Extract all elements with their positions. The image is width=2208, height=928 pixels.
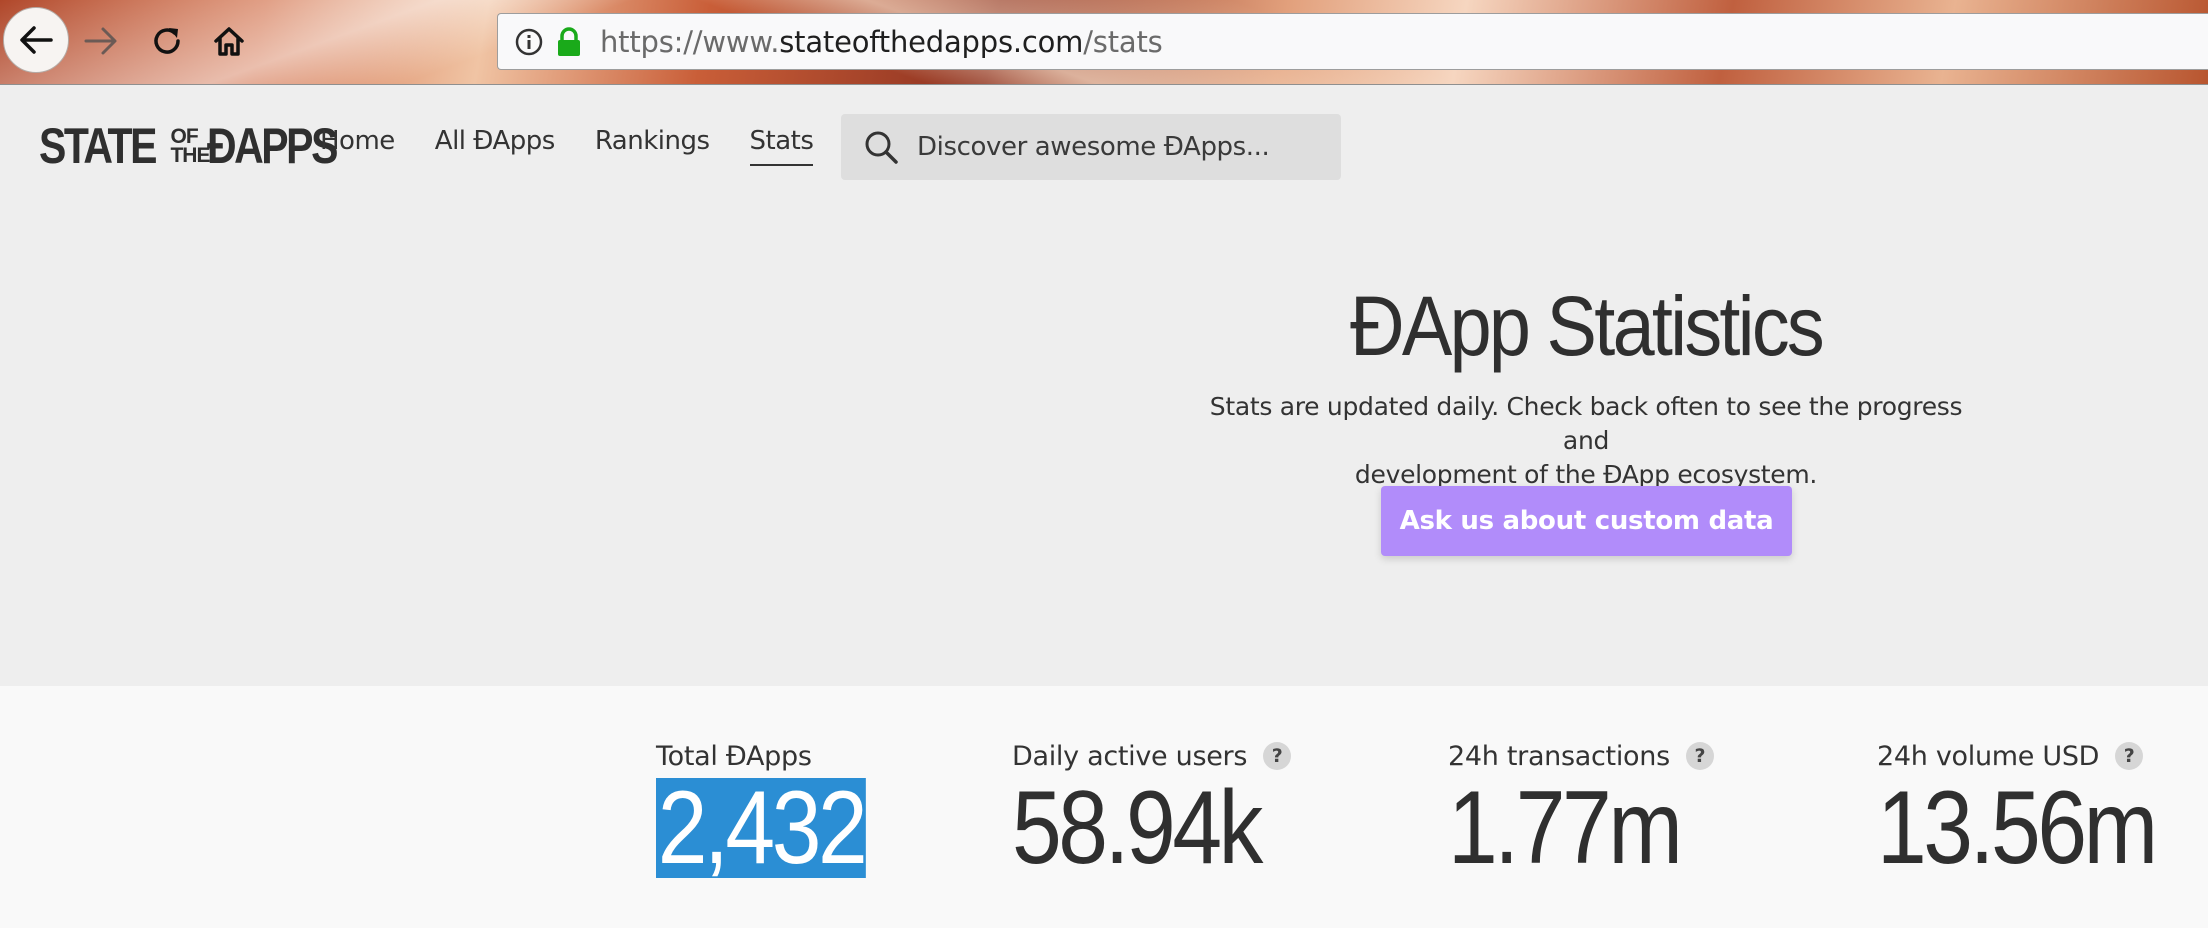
help-icon[interactable]: ? — [2115, 742, 2144, 770]
stat-value: 58.94k — [1012, 770, 1263, 886]
search-icon — [865, 131, 898, 164]
stats-section: Total ÐApps 2,432 Daily active users ? 5… — [0, 686, 2208, 928]
url-path: /stats — [1083, 24, 1163, 59]
logo-the: THE — [170, 144, 210, 167]
url-domain: stateofthedapps.com — [779, 24, 1084, 59]
page-title: ÐApp Statistics — [1349, 279, 1825, 373]
stat-value: 13.56m — [1877, 770, 2158, 886]
help-icon[interactable]: ? — [1263, 742, 1292, 770]
reload-icon — [154, 28, 180, 54]
arrow-right-icon — [84, 27, 117, 55]
arrow-left-icon — [20, 26, 53, 54]
help-icon[interactable]: ? — [1685, 742, 1714, 770]
site-logo[interactable]: STATE OF THE ÐAPPS — [39, 118, 365, 174]
stat-total-dapps: Total ÐApps 2,432 — [656, 738, 900, 886]
nav-all-dapps[interactable]: All ÐApps — [435, 126, 556, 166]
subtitle-line-1: Stats are updated daily. Check back ofte… — [1209, 392, 1963, 455]
forward-button[interactable] — [68, 8, 134, 74]
stat-label-row: 24h volume USD ? — [1877, 738, 2200, 774]
info-icon[interactable] — [514, 27, 544, 57]
nav-stats[interactable]: Stats — [749, 126, 814, 166]
lock-icon[interactable] — [556, 26, 582, 57]
main-nav: Home All ÐApps Rankings Stats — [320, 126, 853, 166]
stat-label-row: 24h transactions ? — [1448, 738, 1717, 774]
nav-home[interactable]: Home — [320, 126, 395, 166]
nav-rankings[interactable]: Rankings — [595, 126, 710, 166]
stat-label: Daily active users — [1012, 740, 1248, 772]
logo-dapps: ÐAPPS — [207, 118, 338, 174]
search-box[interactable]: Discover awesome ÐApps... — [841, 114, 1341, 180]
logo-state: STATE — [39, 118, 157, 174]
url-text[interactable]: https://www.stateofthedapps.com/stats — [600, 25, 1163, 59]
stat-24h-volume-usd: 24h volume USD ? 13.56m — [1877, 738, 2200, 886]
stat-label: 24h transactions — [1448, 740, 1670, 772]
page-subtitle: Stats are updated daily. Check back ofte… — [1186, 390, 1986, 492]
address-bar[interactable]: https://www.stateofthedapps.com/stats — [497, 13, 2208, 70]
stat-label-row: Daily active users ? — [1012, 738, 1300, 774]
home-icon — [214, 27, 244, 56]
back-button[interactable] — [3, 7, 69, 73]
logo-small-text: OF THE — [170, 126, 210, 167]
stat-value: 1.77m — [1448, 770, 1683, 886]
reload-button[interactable] — [134, 8, 200, 74]
stat-label: 24h volume USD — [1877, 740, 2100, 772]
stat-24h-transactions: 24h transactions ? 1.77m — [1448, 738, 1717, 886]
home-button[interactable] — [196, 8, 262, 74]
stat-value: 2,432 — [656, 770, 868, 886]
url-prefix: https://www. — [600, 24, 780, 59]
stat-daily-active-users: Daily active users ? 58.94k — [1012, 738, 1300, 886]
custom-data-button[interactable]: Ask us about custom data — [1381, 486, 1792, 556]
browser-toolbar: https://www.stateofthedapps.com/stats — [0, 0, 2208, 85]
search-input[interactable]: Discover awesome ÐApps... — [917, 132, 1270, 162]
stat-label: Total ÐApps — [656, 740, 812, 772]
